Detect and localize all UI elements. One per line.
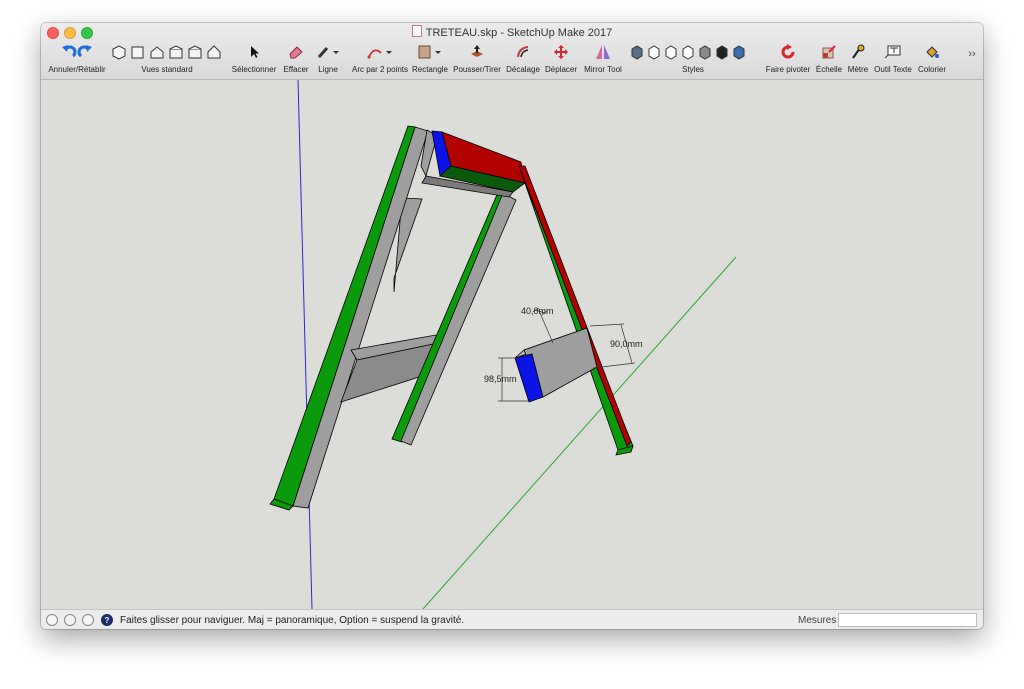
move-icon-wrap [553, 43, 569, 61]
push-pull-icon-wrap [469, 43, 485, 61]
styles-label: Styles [682, 65, 704, 74]
document-icon [411, 25, 422, 37]
arc-icon [367, 49, 392, 59]
mirror-icon-wrap [595, 43, 611, 61]
move-tool[interactable]: Déplacer [543, 43, 579, 75]
move-label: Déplacer [544, 65, 578, 74]
title-bar: TRETEAU.skp - SketchUp Make 2017 Annuler… [41, 23, 983, 80]
push-pull-label: Pousser/Tirer [453, 65, 501, 74]
dimension-width: 40,0mm [521, 306, 554, 316]
tape-measure-icon [852, 44, 865, 59]
arrow-cursor-icon [251, 46, 259, 58]
standard-views-label: Vues standard [141, 65, 193, 74]
eraser-icon [289, 46, 303, 59]
line-icon-wrap [316, 43, 340, 61]
paint-bucket-icon [926, 46, 939, 58]
sketchup-window: TRETEAU.skp - SketchUp Make 2017 Annuler… [41, 23, 983, 629]
mirror-tool[interactable]: Mirror Tool [581, 43, 625, 75]
dimension-height: 90,0mm [610, 339, 643, 349]
window-title: TRETEAU.skp - SketchUp Make 2017 [41, 25, 983, 39]
rectangle-tool[interactable]: Rectangle [411, 43, 449, 75]
model-viewport[interactable]: 40,0mm 90,0mm 98,5mm [41, 79, 983, 610]
model-canvas[interactable]: 40,0mm 90,0mm 98,5mm [41, 79, 983, 610]
eraser-icon-wrap [288, 43, 304, 61]
undo-redo-label: Annuler/Rétablir [48, 65, 106, 74]
eraser-label: Effacer [283, 65, 309, 74]
top-rail[interactable] [420, 129, 526, 198]
standard-views-icon[interactable] [111, 44, 223, 60]
line-label: Ligne [318, 65, 338, 74]
status-bar: ? Faites glisser pour naviguer. Maj = pa… [41, 609, 983, 629]
tape-label: Mètre [847, 65, 869, 74]
styles-icons [629, 43, 757, 61]
back-left-leg[interactable] [269, 125, 429, 511]
scale-icon [822, 45, 836, 59]
status-message: Faites glisser pour naviguer. Maj = pano… [120, 615, 465, 626]
scale-icon-wrap [821, 43, 837, 61]
offset-label: Décalage [506, 65, 540, 74]
rectangle-icon [418, 45, 441, 59]
undo-redo-icon[interactable] [60, 44, 94, 60]
help-icon[interactable]: ? [101, 614, 113, 626]
scale-tool[interactable]: Échelle [813, 43, 845, 75]
scale-label: Échelle [815, 65, 843, 74]
arc-tool[interactable]: Arc par 2 points [346, 43, 414, 75]
push-pull-tool[interactable]: Pousser/Tirer [452, 43, 502, 75]
eraser-tool[interactable]: Effacer [280, 43, 312, 75]
rotate-icon [781, 44, 795, 59]
pencil-icon [317, 47, 339, 58]
arc-icon-wrap [366, 43, 394, 61]
arc-label: Arc par 2 points [351, 65, 409, 74]
select-label: Sélectionner [231, 65, 277, 74]
select-icon-wrap [248, 43, 260, 61]
undo-redo-tool[interactable]: Annuler/Rétablir [45, 43, 109, 75]
rectangle-label: Rectangle [411, 65, 449, 74]
offset-icon-wrap [515, 43, 531, 61]
push-pull-icon [471, 45, 483, 57]
measurements-label: Mesures [798, 615, 837, 626]
rotate-label: Faire pivoter [765, 65, 811, 74]
text-tool-icon [884, 45, 901, 59]
credits-icon[interactable] [64, 614, 76, 626]
tape-icon-wrap [850, 43, 866, 61]
standard-views-icons [111, 43, 223, 61]
rotate-tool[interactable]: Faire pivoter [763, 43, 813, 75]
offset-icon [517, 46, 529, 58]
overflow-chevron-icon: ›› [968, 48, 976, 60]
text-icon-wrap [884, 43, 902, 61]
paint-tool[interactable]: Colorier [915, 43, 949, 75]
rectangle-icon-wrap [416, 43, 444, 61]
line-tool[interactable]: Ligne [313, 43, 343, 75]
text-label: Outil Texte [874, 65, 912, 74]
user-account-icon[interactable] [82, 614, 94, 626]
styles-tool[interactable]: Styles [627, 43, 759, 75]
select-tool[interactable]: Sélectionner [229, 43, 279, 75]
undo-redo-icons [60, 43, 94, 61]
mirror-icon [596, 45, 610, 59]
blue-axis [297, 79, 313, 610]
mirror-label: Mirror Tool [584, 65, 622, 74]
paint-label: Colorier [917, 65, 947, 74]
window-title-text: TRETEAU.skp - SketchUp Make 2017 [425, 27, 613, 39]
geolocation-icon[interactable] [46, 614, 58, 626]
toolbar-overflow-button[interactable]: ›› [963, 43, 981, 75]
selected-block[interactable] [514, 327, 598, 403]
measurements-input[interactable] [838, 613, 977, 627]
text-tool[interactable]: Outil Texte [871, 43, 915, 75]
standard-views-tool[interactable]: Vues standard [109, 43, 225, 75]
styles-icon[interactable] [629, 44, 757, 60]
rotate-icon-wrap [780, 43, 796, 61]
offset-tool[interactable]: Décalage [504, 43, 542, 75]
move-icon [554, 45, 568, 59]
paint-icon-wrap [924, 43, 940, 61]
dimension-depth: 98,5mm [484, 374, 517, 384]
tape-tool[interactable]: Mètre [846, 43, 870, 75]
